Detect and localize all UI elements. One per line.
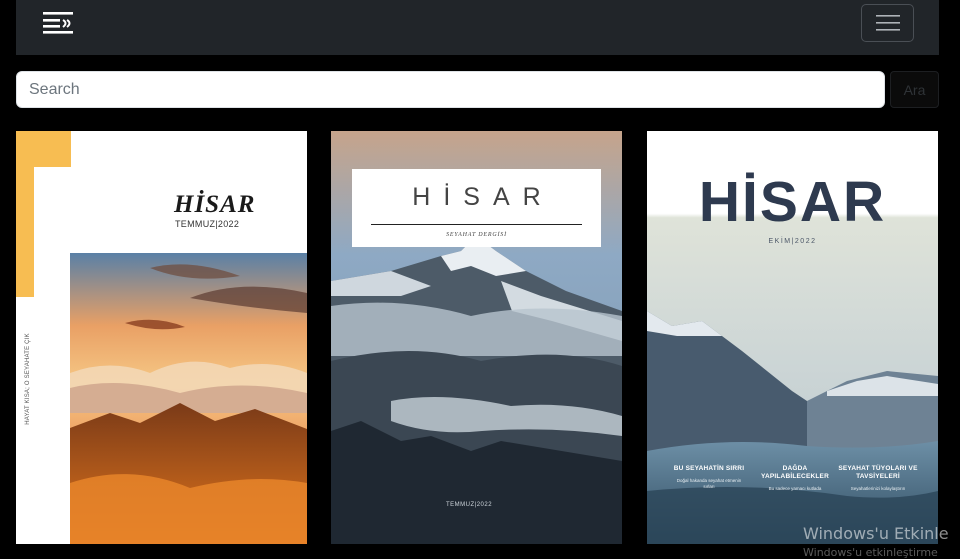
- cover-title-box: HİSAR SEYAHAT DERGİSİ: [352, 169, 601, 247]
- cover-title: HİSAR: [698, 170, 887, 234]
- cover-photo-sunset-mountain: [70, 253, 307, 544]
- windows-activation-watermark-sub: Windows'u etkinleştirme: [803, 546, 938, 559]
- cover-feature: DAĞDA YAPILABİLECEKLER Bu sadece yamacı …: [758, 465, 832, 492]
- navbar-toggler-button[interactable]: [861, 4, 914, 42]
- feature-desc: Bu sadece yamacı kutlada: [768, 486, 822, 491]
- feature-title: BU SEYAHATİN SIRRI: [673, 465, 745, 472]
- feature-desc: Seyahatlerinizi kolaylaştırın: [850, 486, 906, 491]
- hamburger-icon: [875, 15, 900, 31]
- feature-desc: Doğal hakanda seyahat etmenin sırları: [676, 478, 742, 489]
- windows-activation-watermark: Windows'u Etkinle: [803, 524, 949, 543]
- cover-date: TEMMUZ|2022: [446, 502, 493, 508]
- title-divider: [371, 224, 582, 225]
- magazine-card-october[interactable]: HİSAR EKİM|2022 BU SEYAHATİN SIRRI Doğal…: [647, 131, 938, 544]
- accent-block: [16, 131, 71, 167]
- search-input[interactable]: [16, 71, 885, 108]
- accent-bar: [16, 167, 34, 297]
- navbar: [16, 0, 939, 55]
- magazine-card-july[interactable]: HAYAT KISA; O SEYAHATE ÇIK HİSAR TEMMUZ|…: [16, 131, 307, 544]
- magazine-card-mountain[interactable]: HİSAR SEYAHAT DERGİSİ TEMMUZ|2022: [331, 131, 622, 544]
- feature-title: SEYAHAT TÜYOLARI VE TAVSİYELERİ: [838, 465, 918, 480]
- cover-feature: SEYAHAT TÜYOLARI VE TAVSİYELERİ Seyahatl…: [838, 465, 918, 492]
- cover-subtitle: EKİM|2022: [768, 238, 817, 245]
- cover-title: HİSAR: [174, 191, 256, 218]
- book-lines-icon[interactable]: [42, 9, 76, 39]
- search-button[interactable]: Ara: [890, 71, 939, 108]
- cover-title: HİSAR: [412, 183, 554, 211]
- cover-tagline: SEYAHAT DERGİSİ: [446, 232, 507, 238]
- cover-side-text: HAYAT KISA; O SEYAHATE ÇIK: [25, 333, 31, 425]
- search-form: Ara: [16, 71, 939, 108]
- cover-feature: BU SEYAHATİN SIRRI Doğal hakanda seyahat…: [672, 465, 746, 490]
- feature-title: DAĞDA YAPILABİLECEKLER: [761, 465, 829, 480]
- cover-subtitle: TEMMUZ|2022: [175, 219, 240, 229]
